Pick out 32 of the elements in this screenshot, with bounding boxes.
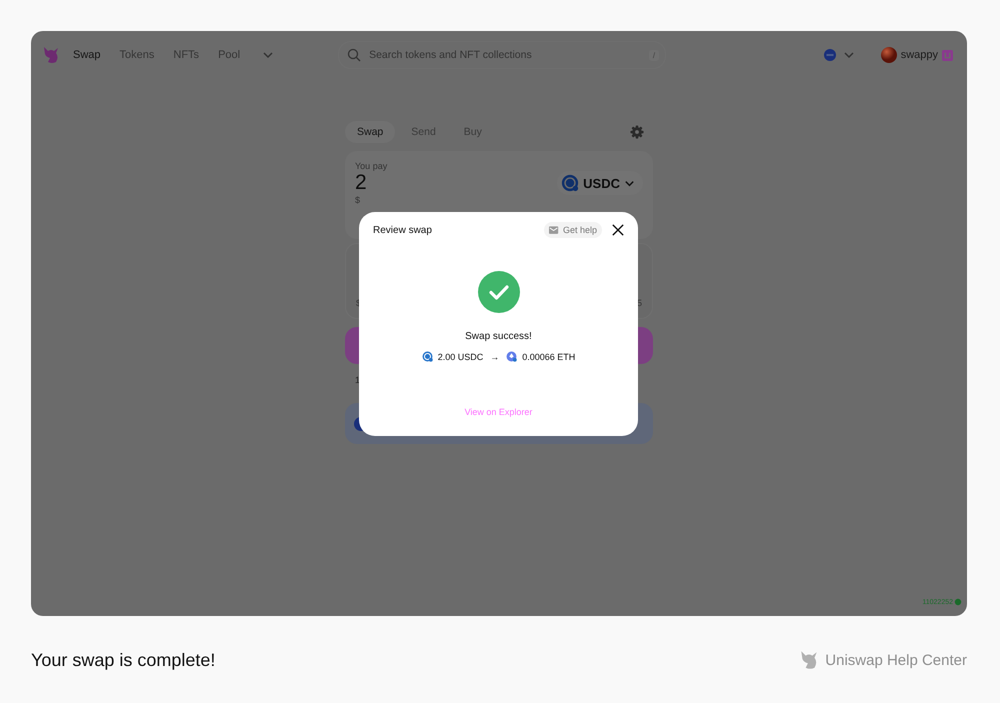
pay-label: You pay bbox=[355, 161, 388, 171]
nav-link[interactable]: Swap bbox=[73, 49, 101, 61]
account-name[interactable]: swappy bbox=[900, 49, 938, 61]
close-icon[interactable] bbox=[612, 224, 624, 236]
usdc-token-icon bbox=[422, 351, 433, 362]
rate-text: 1 bbox=[355, 375, 362, 385]
search-field[interactable]: Search tokens and NFT collections / bbox=[338, 41, 666, 69]
unicorn-logo-icon[interactable] bbox=[41, 45, 61, 65]
view-on-explorer-link[interactable]: View on Explorer bbox=[464, 407, 532, 417]
badge-icon bbox=[942, 50, 953, 60]
usdc-token-icon bbox=[561, 174, 580, 192]
settings-icon[interactable] bbox=[630, 125, 644, 139]
to-amount: 0.00066 ETH bbox=[522, 352, 576, 362]
from-amount: 2.00 USDC bbox=[438, 352, 484, 362]
usd-value: $ bbox=[355, 195, 362, 205]
swap-tab[interactable]: Swap bbox=[345, 121, 396, 143]
status-icon bbox=[954, 598, 962, 606]
success-message: Swap success! bbox=[465, 331, 532, 342]
caption-text: Your swap is complete! bbox=[31, 650, 216, 670]
eth-token-icon bbox=[506, 351, 518, 362]
pay-amount[interactable]: 2 bbox=[355, 171, 367, 195]
shortcut-key: / bbox=[648, 50, 660, 60]
help-center-link[interactable]: Uniswap Help Center bbox=[825, 652, 967, 668]
search-placeholder: Search tokens and NFT collections bbox=[369, 49, 533, 61]
get-help-button[interactable]: Get help bbox=[544, 222, 602, 238]
mail-icon bbox=[548, 226, 559, 234]
search-icon bbox=[347, 48, 362, 62]
avatar-icon[interactable] bbox=[880, 47, 897, 63]
network-icon[interactable] bbox=[822, 48, 837, 62]
dialog-title: Review swap bbox=[373, 224, 432, 236]
success-check-icon bbox=[478, 271, 520, 313]
arrow-text: → bbox=[490, 352, 500, 362]
